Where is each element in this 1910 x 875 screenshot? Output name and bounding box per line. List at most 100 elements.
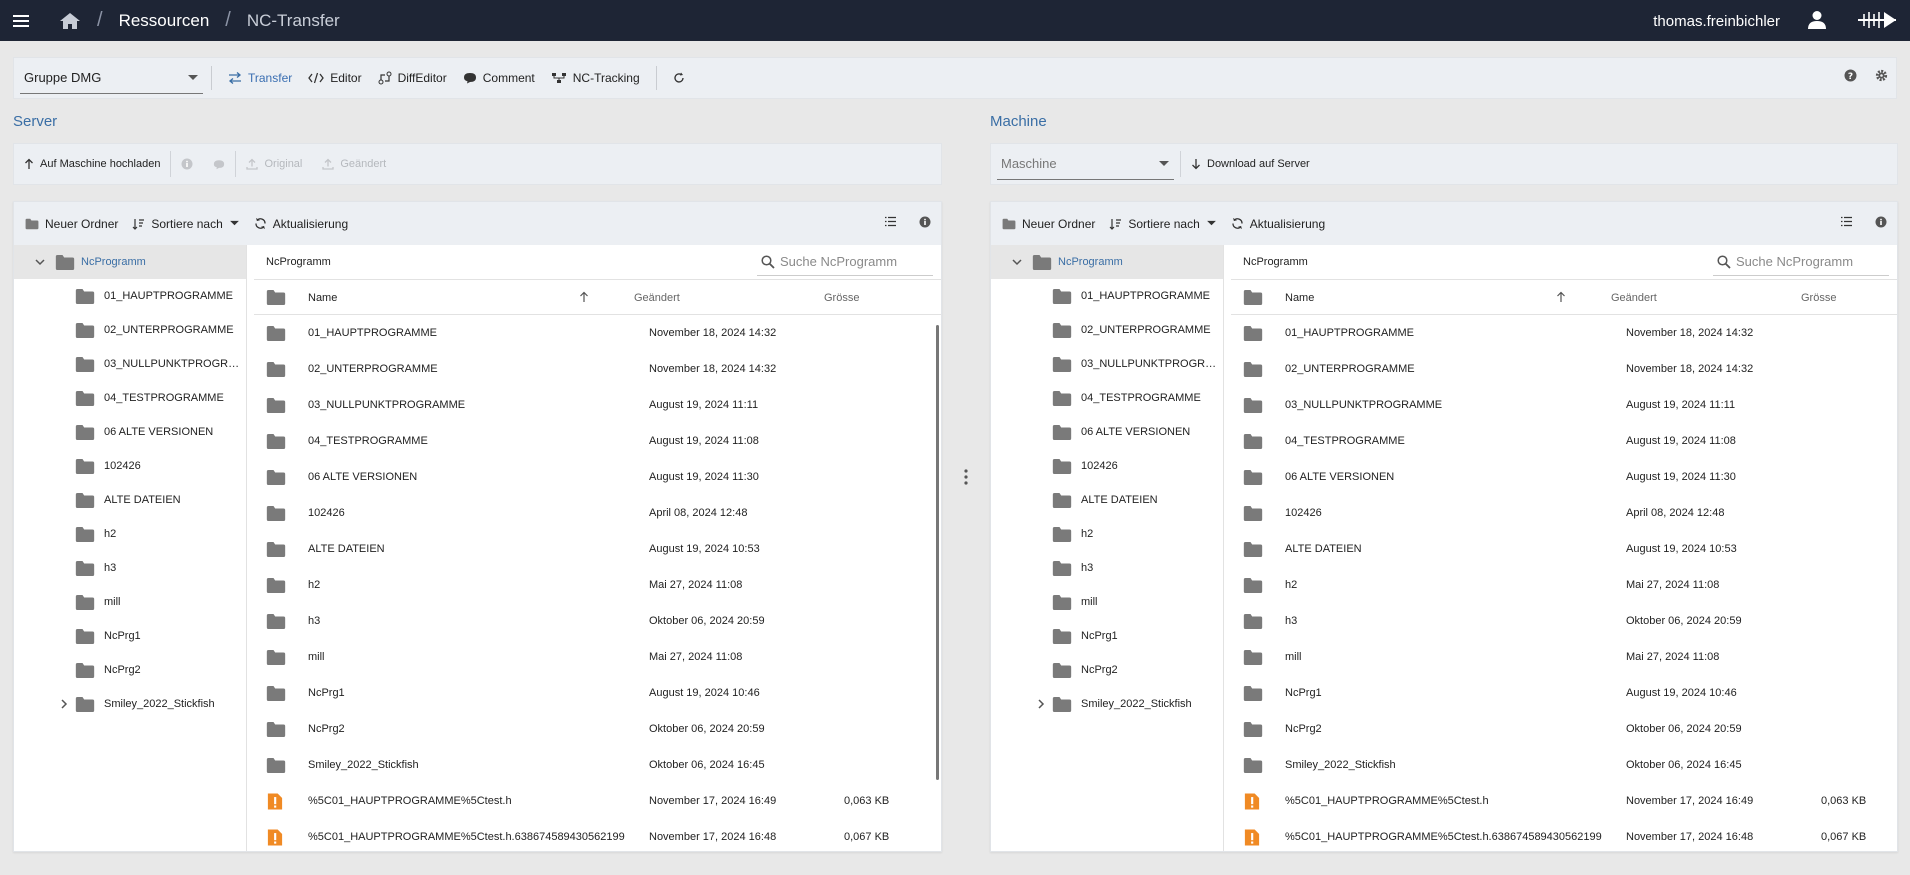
gear-icon[interactable] (1875, 69, 1888, 82)
table-row[interactable]: %5C01_HAUPTPROGRAMME%5Ctest.h November 17… (254, 783, 941, 819)
home-icon[interactable] (59, 12, 81, 30)
tree-item[interactable]: mill (991, 585, 1223, 619)
editor-button[interactable]: Editor (300, 63, 369, 93)
tree-item[interactable]: h3 (14, 551, 246, 585)
chevron-right-icon[interactable] (57, 697, 71, 711)
upload-changed-button[interactable]: Geändert (312, 158, 396, 170)
table-row[interactable]: 102426 April 08, 2024 12:48 (254, 495, 941, 531)
column-changed[interactable]: Geändert (1611, 292, 1657, 304)
column-changed[interactable]: Geändert (634, 292, 680, 304)
refresh-button[interactable]: Aktualisierung (247, 209, 355, 239)
sort-ascending-icon[interactable] (579, 291, 589, 303)
group-select[interactable]: Gruppe DMG (20, 62, 203, 94)
breadcrumb-ressourcen[interactable]: Ressourcen (119, 11, 210, 31)
tree-item[interactable]: 102426 (14, 449, 246, 483)
table-row[interactable]: Smiley_2022_Stickfish Oktober 06, 2024 16… (1231, 747, 1897, 783)
table-row[interactable]: NcPrg1 August 19, 2024 10:46 (254, 675, 941, 711)
chevron-right-icon[interactable] (1034, 697, 1048, 711)
tree-item[interactable]: mill (14, 585, 246, 619)
tree-item-root[interactable]: NcProgramm (991, 245, 1223, 279)
table-row[interactable]: 02_UNTERPROGRAMME November 18, 2024 14:32 (254, 351, 941, 387)
reload-button[interactable] (665, 63, 693, 93)
table-row[interactable]: mill Mai 27, 2024 11:08 (1231, 639, 1897, 675)
sort-by-button[interactable]: Sortiere nach (1102, 209, 1223, 239)
table-row[interactable]: %5C01_HAUPTPROGRAMME%5Ctest.h.6386745894… (254, 819, 941, 851)
column-size[interactable]: Grösse (824, 292, 859, 304)
tree-item[interactable]: ALTE DATEIEN (991, 483, 1223, 517)
upload-to-machine-button[interactable]: Auf Maschine hochladen (14, 158, 170, 170)
tree-item[interactable]: h2 (991, 517, 1223, 551)
column-size[interactable]: Grösse (1801, 292, 1836, 304)
table-row[interactable]: 04_TESTPROGRAMME August 19, 2024 11:08 (254, 423, 941, 459)
table-row[interactable]: h2 Mai 27, 2024 11:08 (254, 567, 941, 603)
info-icon[interactable] (1875, 216, 1887, 228)
scrollbar[interactable] (936, 325, 939, 780)
tree-item[interactable]: 06 ALTE VERSIONEN (991, 415, 1223, 449)
tree-item[interactable]: NcPrg1 (991, 619, 1223, 653)
user-icon[interactable] (1808, 10, 1826, 30)
tree-item[interactable]: NcPrg2 (14, 653, 246, 687)
tree-item[interactable]: 03_NULLPUNKTPROGRAM... (991, 347, 1223, 381)
diff-editor-button[interactable]: DiffEditor (370, 63, 455, 93)
table-row[interactable]: 06 ALTE VERSIONEN August 19, 2024 11:30 (254, 459, 941, 495)
tree-item[interactable]: 102426 (991, 449, 1223, 483)
table-row[interactable]: 01_HAUPTPROGRAMME November 18, 2024 14:32 (1231, 315, 1897, 351)
current-path[interactable]: NcProgramm (266, 256, 331, 268)
tree-item[interactable]: 04_TESTPROGRAMME (991, 381, 1223, 415)
help-icon[interactable]: ? (1844, 69, 1857, 82)
table-row[interactable]: 06 ALTE VERSIONEN August 19, 2024 11:30 (1231, 459, 1897, 495)
tree-item[interactable]: ALTE DATEIEN (14, 483, 246, 517)
current-path[interactable]: NcProgramm (1243, 256, 1308, 268)
table-row[interactable]: 02_UNTERPROGRAMME November 18, 2024 14:32 (1231, 351, 1897, 387)
table-row[interactable]: h3 Oktober 06, 2024 20:59 (1231, 603, 1897, 639)
new-folder-button[interactable]: Neuer Ordner (995, 209, 1102, 239)
splitter-handle[interactable] (963, 468, 969, 486)
table-row[interactable]: %5C01_HAUPTPROGRAMME%5Ctest.h November 17… (1231, 783, 1897, 819)
tree-item[interactable]: 02_UNTERPROGRAMME (991, 313, 1223, 347)
tree-item[interactable]: h3 (991, 551, 1223, 585)
sort-ascending-icon[interactable] (1556, 291, 1566, 303)
table-row[interactable]: Smiley_2022_Stickfish Oktober 06, 2024 16… (254, 747, 941, 783)
table-row[interactable]: %5C01_HAUPTPROGRAMME%5Ctest.h.6386745894… (1231, 819, 1897, 851)
table-row[interactable]: ALTE DATEIEN August 19, 2024 10:53 (1231, 531, 1897, 567)
table-row[interactable]: h3 Oktober 06, 2024 20:59 (254, 603, 941, 639)
table-row[interactable]: NcPrg2 Oktober 06, 2024 20:59 (254, 711, 941, 747)
tree-item[interactable]: Smiley_2022_Stickfish (14, 687, 246, 721)
tree-item-root[interactable]: NcProgramm (14, 245, 246, 279)
user-name[interactable]: thomas.freinbichler (1653, 13, 1780, 30)
tree-item[interactable]: h2 (14, 517, 246, 551)
nc-tracking-button[interactable]: NC-Tracking (543, 63, 648, 93)
tree-item[interactable]: 03_NULLPUNKTPROGRAMM... (14, 347, 246, 381)
search-input[interactable]: Suche NcProgramm (757, 248, 933, 276)
list-view-icon[interactable] (884, 216, 897, 227)
transfer-button[interactable]: Transfer (220, 63, 300, 93)
machine-select[interactable]: Maschine (997, 148, 1174, 180)
search-input[interactable]: Suche NcProgramm (1713, 248, 1889, 276)
menu-icon[interactable] (0, 0, 42, 41)
upload-original-button[interactable]: Original (236, 158, 312, 170)
table-row[interactable]: 04_TESTPROGRAMME August 19, 2024 11:08 (1231, 423, 1897, 459)
download-to-server-button[interactable]: Download auf Server (1181, 158, 1320, 170)
chevron-down-icon[interactable] (1010, 255, 1024, 269)
tree-item[interactable]: NcPrg1 (14, 619, 246, 653)
comment-action-button[interactable] (203, 159, 235, 170)
column-name[interactable]: Name (1285, 292, 1314, 304)
table-row[interactable]: NcPrg1 August 19, 2024 10:46 (1231, 675, 1897, 711)
table-row[interactable]: h2 Mai 27, 2024 11:08 (1231, 567, 1897, 603)
table-row[interactable]: 102426 April 08, 2024 12:48 (1231, 495, 1897, 531)
tree-item[interactable]: 04_TESTPROGRAMME (14, 381, 246, 415)
chevron-down-icon[interactable] (33, 255, 47, 269)
list-view-icon[interactable] (1840, 216, 1853, 227)
new-folder-button[interactable]: Neuer Ordner (18, 209, 125, 239)
table-row[interactable]: ALTE DATEIEN August 19, 2024 10:53 (254, 531, 941, 567)
tree-item[interactable]: 06 ALTE VERSIONEN (14, 415, 246, 449)
table-row[interactable]: mill Mai 27, 2024 11:08 (254, 639, 941, 675)
tree-item[interactable]: 01_HAUPTPROGRAMME (14, 279, 246, 313)
comment-button[interactable]: Comment (455, 63, 543, 93)
table-row[interactable]: 03_NULLPUNKTPROGRAMME August 19, 2024 11:… (1231, 387, 1897, 423)
table-row[interactable]: NcPrg2 Oktober 06, 2024 20:59 (1231, 711, 1897, 747)
column-name[interactable]: Name (308, 292, 337, 304)
info-icon[interactable] (919, 216, 931, 228)
refresh-button[interactable]: Aktualisierung (1224, 209, 1332, 239)
tree-item[interactable]: Smiley_2022_Stickfish (991, 687, 1223, 721)
